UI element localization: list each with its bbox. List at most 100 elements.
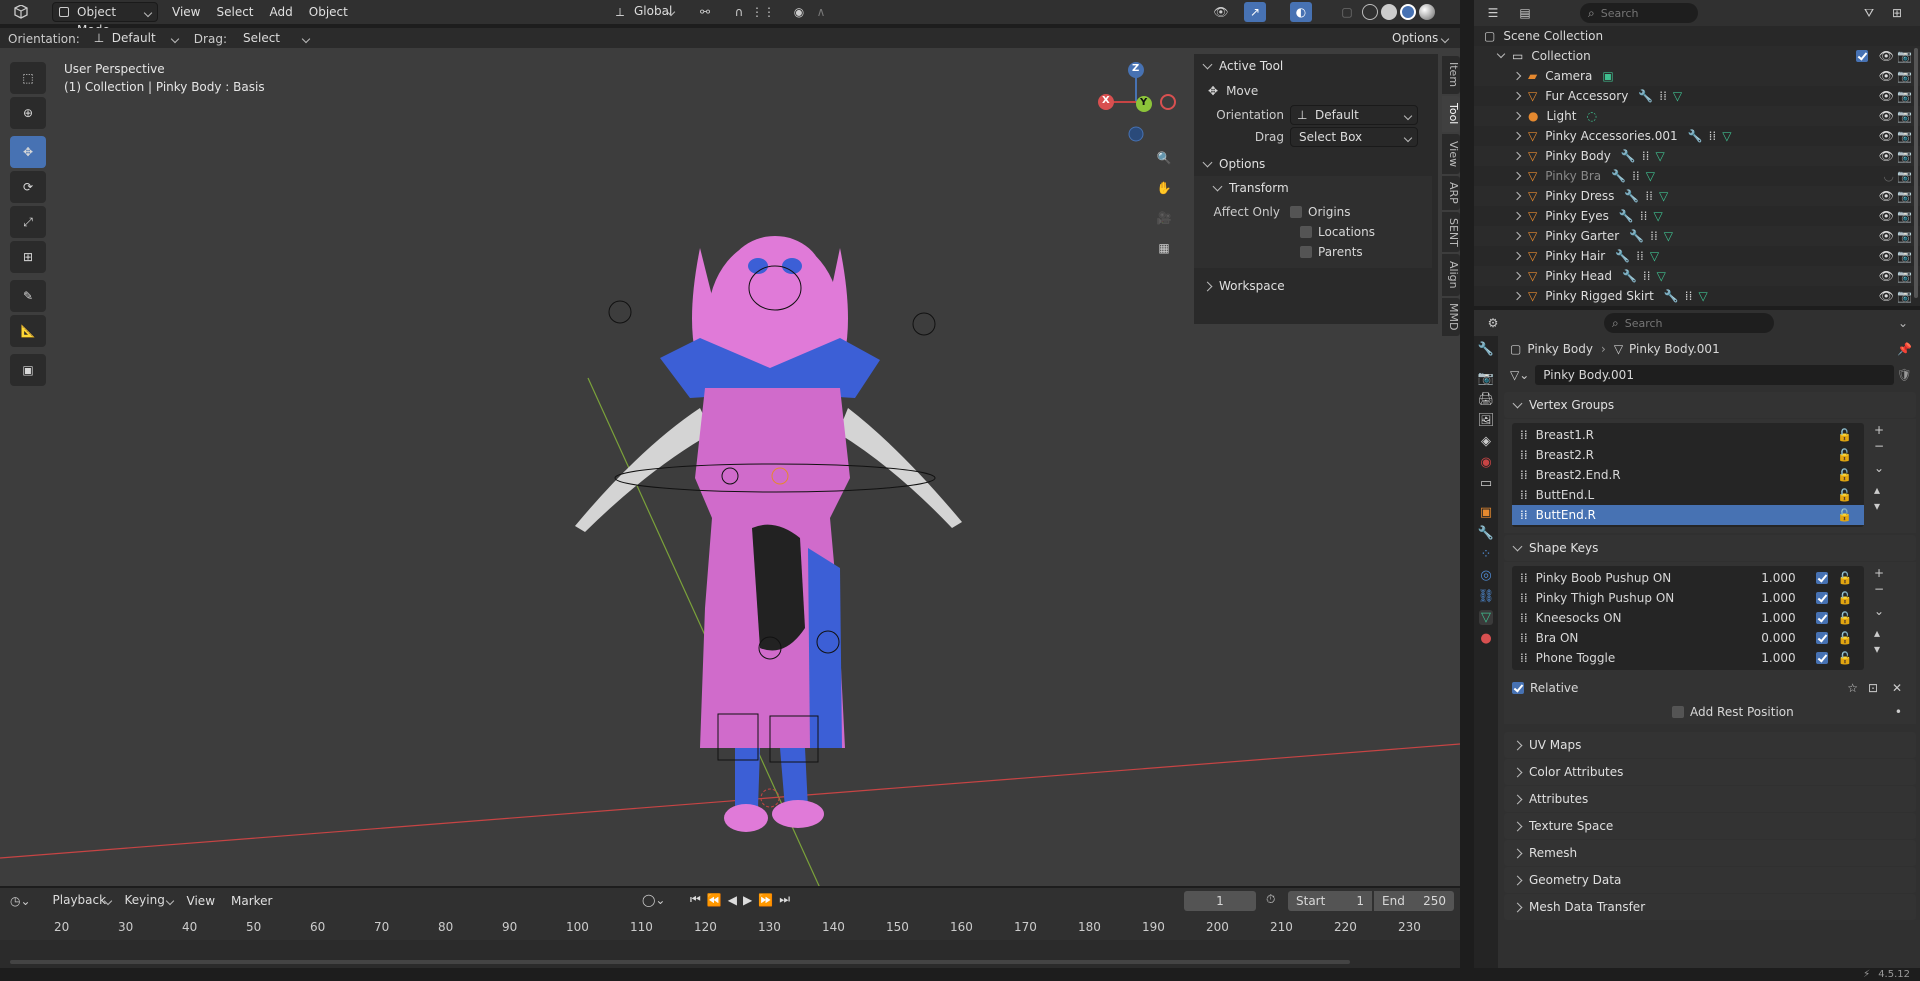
gizmo-toggle-icon[interactable]: ↗ (1244, 2, 1266, 22)
move-up-icon[interactable]: ▴ (1874, 626, 1884, 640)
expand-icon[interactable] (1512, 131, 1522, 141)
solid-shading-icon[interactable] (1381, 4, 1397, 20)
modifier-wrench-icon[interactable]: 🔧 (1615, 249, 1630, 263)
eye-icon[interactable]: 👁 (1879, 269, 1894, 283)
filter-icon[interactable]: ⛛ (1858, 3, 1880, 23)
vertex-groups-icon[interactable]: ⁞⁞ (1650, 229, 1658, 243)
particles-tab-icon[interactable]: ⁘ (1481, 547, 1492, 562)
eye-icon[interactable]: 👁 (1879, 109, 1894, 123)
vgroup-specials-icon[interactable]: ⌄ (1874, 461, 1884, 475)
annotate-tool-icon[interactable]: ✎ (10, 280, 46, 312)
orientation-dropdown[interactable]: ⊥ Default (88, 29, 184, 49)
lock-icon[interactable]: 🔓 (1838, 631, 1853, 645)
modifier-wrench-icon[interactable]: 🔧 (1638, 89, 1653, 103)
outliner-item[interactable]: ▽ Pinky Bra 🔧 ⁞⁞ ▽ ◡ 📷 (1474, 166, 1920, 186)
scene-collection-row[interactable]: ▢ Scene Collection (1474, 26, 1920, 46)
camera-render-icon[interactable]: 📷 (1897, 169, 1912, 183)
shape-key-mute-checkbox[interactable] (1815, 652, 1828, 664)
record-icon[interactable]: ◯⌄ (642, 893, 665, 907)
expand-icon[interactable] (1512, 71, 1522, 81)
eye-icon[interactable]: 👁 (1879, 289, 1894, 303)
wireframe-shading-icon[interactable] (1362, 4, 1378, 20)
navigation-gizmo[interactable]: Z Y X (1096, 62, 1176, 142)
vertex-groups-icon[interactable]: ⁞⁞ (1685, 289, 1693, 303)
lock-icon[interactable]: 🔓 (1838, 571, 1853, 585)
outliner-item[interactable]: ▽ Pinky Hair 🔧 ⁞⁞ ▽ 👁 📷 (1474, 246, 1920, 266)
playback-menu[interactable]: Playback (45, 891, 117, 911)
camera-render-icon[interactable]: 📷 (1897, 149, 1912, 163)
vertex-groups-icon[interactable]: ⁞⁞ (1636, 249, 1644, 263)
clear-shape-icon[interactable]: ✕ (1892, 681, 1902, 695)
active-tool-header[interactable]: Active Tool (1194, 54, 1438, 78)
current-frame-field[interactable]: 1 (1184, 891, 1256, 911)
shape-key-item[interactable]: ⁞⁞ Pinky Thigh Pushup ON 1.000 🔓 (1512, 588, 1864, 608)
vertex-group-item[interactable]: ⁞⁞ Breast2.End.R 🔓 (1512, 465, 1864, 485)
move-down-icon[interactable]: ▾ (1874, 499, 1884, 513)
outliner-item[interactable]: ● Light ◌ 👁 📷 (1474, 106, 1920, 126)
scale-tool-icon[interactable]: ⤢ (10, 206, 46, 238)
proportional-edit-icon[interactable]: ◉ (788, 2, 810, 22)
camera-render-icon[interactable]: 📷 (1897, 49, 1912, 63)
outliner-item[interactable]: ▽ Pinky Body 🔧 ⁞⁞ ▽ 👁 📷 (1474, 146, 1920, 166)
locations-checkbox[interactable] (1300, 226, 1312, 238)
expand-icon[interactable] (1512, 151, 1522, 161)
mesh-data-icon[interactable]: ▽ (1654, 209, 1663, 223)
snap-magnet-icon[interactable]: ∩ (728, 2, 750, 22)
add-rest-position-checkbox[interactable] (1672, 706, 1684, 718)
lock-icon[interactable]: 🔓 (1838, 651, 1853, 665)
measure-tool-icon[interactable]: 📐 (10, 315, 46, 347)
material-tab-icon[interactable]: ● (1480, 631, 1491, 646)
properties-editor-icon[interactable]: ⚙ (1482, 313, 1504, 333)
frame-ruler[interactable]: 20 30 40 50 60 70 80 90 100 110 120 130 140 150 160 170… (0, 920, 1460, 940)
tab-item[interactable]: Item (1442, 56, 1460, 94)
eye-icon[interactable]: 👁 (1879, 129, 1894, 143)
shape-key-mute-checkbox[interactable] (1815, 632, 1828, 644)
ortho-grid-icon[interactable]: ▦ (1152, 236, 1176, 260)
options-dropdown[interactable]: Options (1384, 29, 1454, 49)
mesh-data-icon[interactable]: ▽ (1659, 189, 1668, 203)
outliner-item[interactable]: ▽ Fur Accessory 🔧 ⁞⁞ ▽ 👁 📷 (1474, 86, 1920, 106)
lock-icon[interactable]: 🔓 (1838, 591, 1853, 605)
menu-add[interactable]: Add (262, 0, 301, 24)
modifier-wrench-icon[interactable]: 🔧 (1624, 189, 1639, 203)
vertex-groups-icon[interactable]: ⁞⁞ (1659, 89, 1667, 103)
outliner-item[interactable]: ▽ Pinky Rigged Skirt 🔧 ⁞⁞ ▽ 👁 📷 (1474, 286, 1920, 306)
camera-render-icon[interactable]: 📷 (1897, 269, 1912, 283)
eye-icon[interactable]: 👁 (1879, 89, 1894, 103)
properties-section-header[interactable]: Color Attributes (1504, 759, 1916, 785)
outliner-search[interactable]: ⌕ (1580, 3, 1698, 23)
marker-menu[interactable]: Marker (223, 889, 280, 913)
keying-menu[interactable]: Keying (117, 891, 179, 911)
properties-search[interactable]: ⌕ (1604, 313, 1774, 333)
vertex-groups-icon[interactable]: ⁞⁞ (1709, 129, 1717, 143)
camera-render-icon[interactable]: 📷 (1897, 289, 1912, 303)
tab-align[interactable]: Align (1442, 254, 1460, 296)
shape-key-value[interactable]: 1.000 (1736, 651, 1795, 665)
vertex-group-item[interactable]: ⁞⁞ ButtEnd.R 🔓 (1512, 505, 1864, 525)
remove-shape-key-button[interactable]: − (1874, 582, 1884, 596)
jump-start-icon[interactable]: ⏮ (690, 892, 701, 907)
expand-icon[interactable] (1512, 251, 1522, 261)
edit-mode-shape-icon[interactable]: ⊡ (1868, 681, 1878, 695)
vertex-groups-icon[interactable]: ⁞⁞ (1632, 169, 1640, 183)
eye-icon[interactable]: 👁 (1879, 209, 1894, 223)
material-shading-icon[interactable] (1400, 4, 1416, 20)
outliner-scrollbar[interactable] (1914, 48, 1918, 298)
vertex-groups-icon[interactable]: ⁞⁞ (1642, 149, 1650, 163)
outliner-item[interactable]: ▽ Pinky Accessories.001 🔧 ⁞⁞ ▽ 👁 📷 (1474, 126, 1920, 146)
play-icon[interactable]: ▶ (743, 893, 752, 907)
keyframe-dot-icon[interactable]: • (1895, 705, 1902, 719)
move-down-icon[interactable]: ▾ (1874, 642, 1884, 656)
vertex-group-item[interactable]: ⁞⁞ ButtEnd.L 🔓 (1512, 485, 1864, 505)
shape-keys-header[interactable]: Shape Keys (1504, 535, 1916, 561)
modifier-wrench-icon[interactable]: 🔧 (1664, 289, 1679, 303)
rotate-tool-icon[interactable]: ⟳ (10, 171, 46, 203)
outliner-item[interactable]: ▽ Pinky Head 🔧 ⁞⁞ ▽ 👁 📷 (1474, 266, 1920, 286)
start-frame-field[interactable]: Start 1 (1288, 891, 1372, 911)
camera-render-icon[interactable]: 📷 (1897, 229, 1912, 243)
play-reverse-icon[interactable]: ◀ (728, 893, 737, 907)
pivot-point-icon[interactable]: ⚯ (694, 2, 716, 22)
mesh-data-icon[interactable]: ▽ (1722, 129, 1731, 143)
properties-section-header[interactable]: Mesh Data Transfer (1504, 894, 1916, 920)
xray-toggle-icon[interactable]: ▢ (1336, 2, 1358, 22)
